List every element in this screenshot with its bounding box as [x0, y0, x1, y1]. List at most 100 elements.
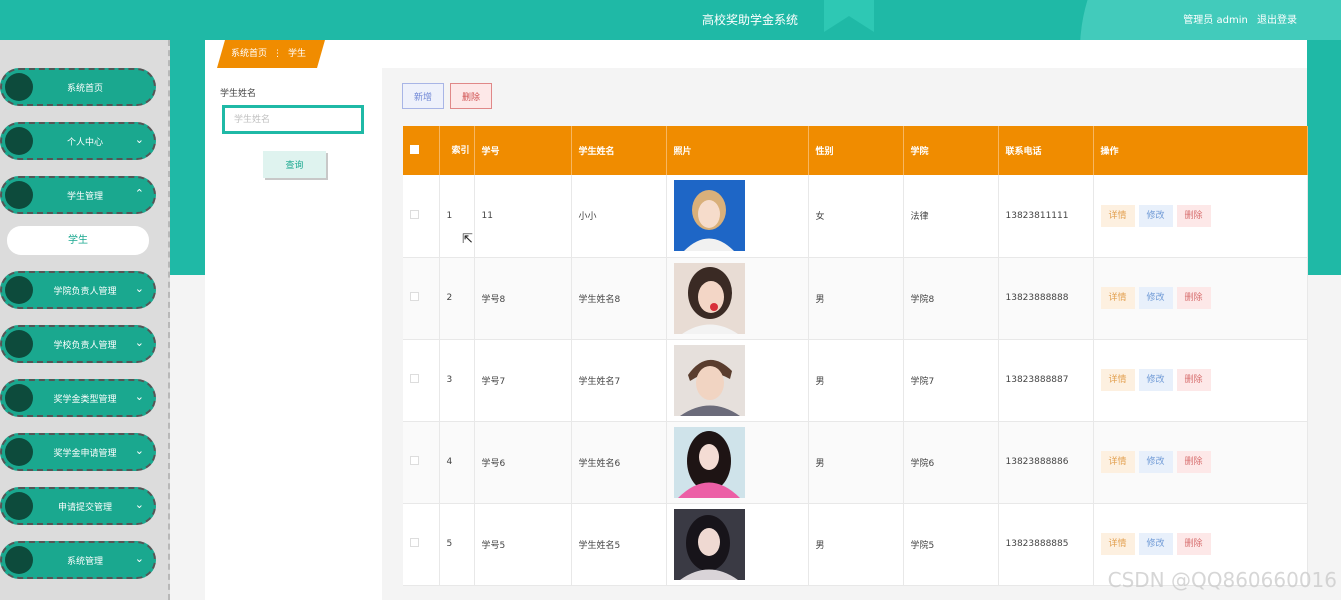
- current-user: 管理员 admin: [1183, 15, 1248, 26]
- cell-college: 学院7: [903, 339, 999, 422]
- row-checkbox-cell[interactable]: [403, 175, 440, 258]
- sidebar-item-label: 系统管理: [66, 557, 103, 567]
- select-all-header[interactable]: [403, 126, 440, 175]
- sidebar-item-scholarship-types[interactable]: 奖学金类型管理 ⌄: [0, 379, 156, 417]
- cell-actions: 详情 修改 删除: [1093, 339, 1308, 422]
- detail-button[interactable]: 详情: [1100, 287, 1135, 309]
- sidebar-item-personal[interactable]: 个人中心 ⌄: [0, 122, 156, 160]
- sidebar-item-scholarship-applications[interactable]: 奖学金申请管理 ⌄: [0, 433, 156, 471]
- breadcrumb: 系统首页 ⋮ 学生: [217, 40, 325, 68]
- cell-name: 学生姓名5: [571, 503, 667, 586]
- cell-photo: [666, 503, 809, 586]
- sidebar-item-label: 奖学金申请管理: [53, 449, 117, 459]
- select-all-checkbox[interactable]: [410, 144, 419, 154]
- column-header-gender: 性别: [808, 126, 904, 175]
- row-checkbox[interactable]: [410, 374, 419, 383]
- detail-button[interactable]: 详情: [1100, 204, 1135, 227]
- row-checkbox-cell[interactable]: [403, 257, 440, 340]
- cell-student-id: 学号6: [474, 421, 572, 504]
- row-checkbox[interactable]: [410, 209, 419, 219]
- sidebar-item-label: 申请提交管理: [57, 503, 112, 513]
- student-photo: [673, 344, 745, 416]
- row-checkbox-cell[interactable]: [403, 339, 440, 422]
- student-photo: [673, 426, 745, 498]
- cell-index: 4: [439, 421, 475, 504]
- column-header-college: 学院: [903, 126, 999, 175]
- sidebar-item-home[interactable]: 系统首页: [0, 68, 156, 106]
- column-header-photo: 照片: [666, 126, 809, 175]
- row-checkbox-cell[interactable]: [403, 421, 440, 504]
- edit-button[interactable]: 修改: [1138, 204, 1173, 227]
- delete-button[interactable]: 删除: [1176, 369, 1211, 391]
- logout-link[interactable]: 退出登录: [1257, 15, 1297, 26]
- cell-gender: 女: [808, 175, 904, 258]
- query-button[interactable]: 查询: [263, 151, 326, 178]
- row-checkbox-cell[interactable]: [403, 503, 440, 586]
- cell-index: 5: [439, 503, 475, 586]
- chevron-down-icon: ⌄: [134, 552, 144, 565]
- student-photo: [673, 180, 745, 252]
- edit-button[interactable]: 修改: [1138, 451, 1173, 473]
- cell-photo: [666, 175, 809, 258]
- cell-index: 2: [439, 257, 475, 340]
- cell-actions: 详情 修改 删除: [1093, 175, 1308, 258]
- menu-dot-icon: [5, 330, 33, 358]
- chevron-down-icon: ⌄: [134, 133, 144, 146]
- breadcrumb-home[interactable]: 系统首页: [231, 49, 267, 59]
- cell-student-id: 学号7: [474, 339, 572, 422]
- column-header-student-id: 学号: [474, 126, 572, 175]
- row-checkbox[interactable]: [410, 292, 419, 301]
- cell-gender: 男: [808, 257, 904, 340]
- breadcrumb-separator: ⋮: [273, 49, 283, 59]
- sidebar: 系统首页 个人中心 ⌄ 学生管理 ⌃ 学生 学院负责人管理 ⌄ 学校负责人管理 …: [0, 40, 170, 600]
- cell-college: 学院6: [903, 421, 999, 504]
- student-name-input[interactable]: [222, 105, 364, 134]
- delete-button[interactable]: 删除: [1176, 451, 1211, 473]
- sidebar-item-label: 奖学金类型管理: [53, 395, 117, 405]
- cell-phone: 13823888887: [998, 339, 1094, 422]
- cell-college: 法律: [903, 175, 999, 258]
- sidebar-subitem-student[interactable]: 学生: [7, 226, 149, 255]
- menu-dot-icon: [5, 546, 33, 574]
- main-panel: 系统首页⋮学生 学生姓名 查询 新增 删除 索引 学号 学生姓名 照片 性别 学: [205, 40, 1308, 600]
- chevron-down-icon: ⌄: [134, 282, 144, 295]
- cell-phone: 13823888888: [998, 257, 1094, 340]
- row-checkbox[interactable]: [410, 456, 419, 465]
- table-pane: 新增 删除 索引 学号 学生姓名 照片 性别 学院 联系电话 操作 1 11 小…: [382, 68, 1308, 600]
- table-row: 1 11 小小 女 法律 13823811111 详情 修改 删除: [403, 175, 1308, 258]
- table-row: 4 学号6 学生姓名6 男 学院6 13823888886 详情 修改 删除: [403, 421, 1308, 504]
- delete-button[interactable]: 删除: [1176, 533, 1211, 555]
- add-button[interactable]: 新增: [402, 83, 444, 109]
- delete-button[interactable]: 删除: [1176, 204, 1211, 227]
- column-header-name: 学生姓名: [571, 126, 667, 175]
- student-photo: [673, 508, 745, 580]
- chevron-down-icon: ⌄: [134, 336, 144, 349]
- chevron-down-icon: ⌄: [134, 444, 144, 457]
- cell-student-id: 学号5: [474, 503, 572, 586]
- sidebar-item-school-heads[interactable]: 学校负责人管理 ⌄: [0, 325, 156, 363]
- delete-button[interactable]: 删除: [1176, 287, 1211, 309]
- search-pane: 学生姓名 查询: [205, 68, 382, 600]
- detail-button[interactable]: 详情: [1100, 533, 1135, 555]
- sidebar-item-submissions[interactable]: 申请提交管理 ⌄: [0, 487, 156, 525]
- detail-button[interactable]: 详情: [1100, 369, 1135, 391]
- cell-phone: 13823888885: [998, 503, 1094, 586]
- row-checkbox[interactable]: [410, 538, 419, 547]
- sidebar-item-students[interactable]: 学生管理 ⌃: [0, 176, 156, 214]
- batch-delete-button[interactable]: 删除: [450, 83, 492, 109]
- cell-college: 学院8: [903, 257, 999, 340]
- detail-button[interactable]: 详情: [1100, 451, 1135, 473]
- edit-button[interactable]: 修改: [1138, 369, 1173, 391]
- cell-photo: [666, 257, 809, 340]
- edit-button[interactable]: 修改: [1138, 533, 1173, 555]
- menu-dot-icon: [5, 181, 33, 209]
- chevron-up-icon: ⌃: [134, 187, 144, 200]
- column-header-phone: 联系电话: [998, 126, 1094, 175]
- sidebar-item-system[interactable]: 系统管理 ⌄: [0, 541, 156, 579]
- sidebar-item-college-heads[interactable]: 学院负责人管理 ⌄: [0, 271, 156, 309]
- edit-button[interactable]: 修改: [1138, 287, 1173, 309]
- cell-photo: [666, 421, 809, 504]
- cell-phone: 13823888886: [998, 421, 1094, 504]
- cell-college: 学院5: [903, 503, 999, 586]
- search-label: 学生姓名: [220, 89, 257, 99]
